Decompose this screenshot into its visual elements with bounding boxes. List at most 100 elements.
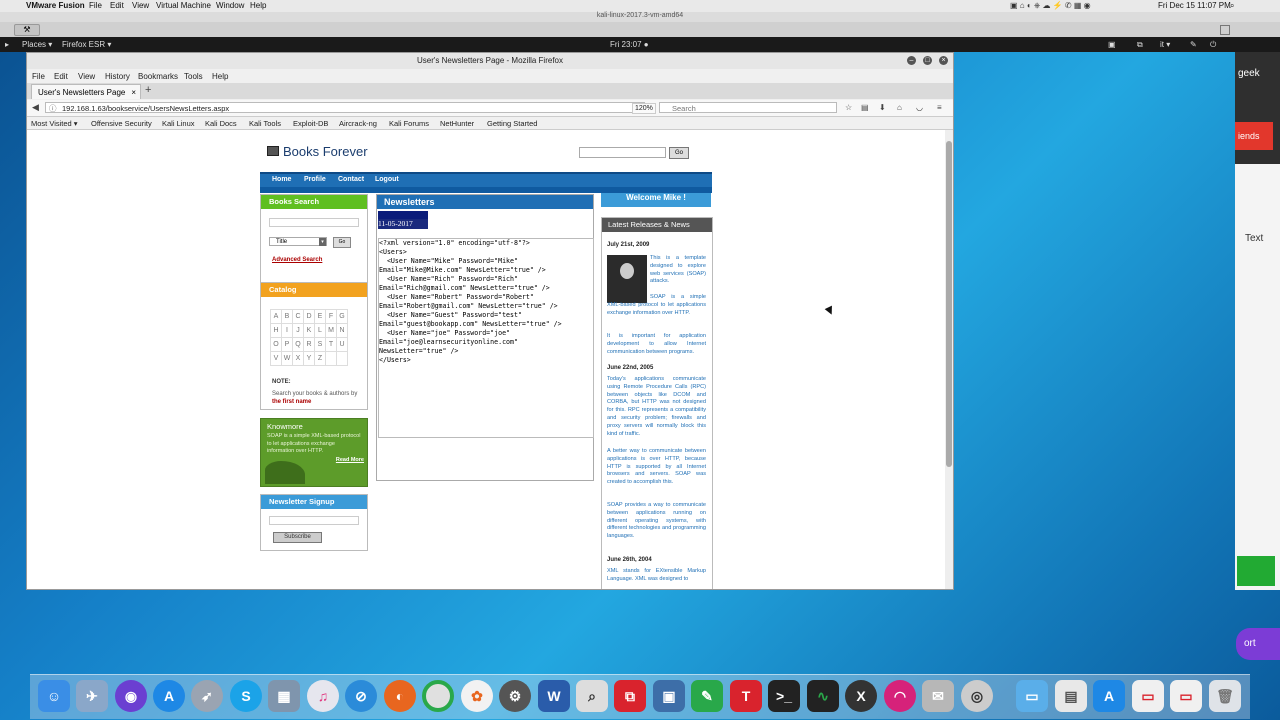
activity-monitor-icon[interactable]: ∿ <box>807 680 839 712</box>
zoom-level[interactable]: 120% <box>632 103 656 114</box>
info-icon[interactable]: ⓘ <box>49 103 57 114</box>
virtualbox-icon[interactable]: ▣ <box>653 680 685 712</box>
menubar-view[interactable]: View <box>132 1 149 10</box>
nav-logout[interactable]: Logout <box>375 176 399 183</box>
finder-icon[interactable]: ☺ <box>38 680 70 712</box>
switch-app-icon[interactable]: ◎ <box>961 680 993 712</box>
photo-browser-icon[interactable]: ▦ <box>268 680 300 712</box>
home-icon[interactable]: ⌂ <box>897 103 902 112</box>
catalog-letter[interactable]: W <box>281 351 293 366</box>
nav-contact[interactable]: Contact <box>338 176 364 183</box>
archive-icon[interactable]: ✉ <box>922 680 954 712</box>
vm-settings-button[interactable]: ⚒ <box>14 24 40 36</box>
kali-power-icon[interactable]: ⏻ <box>1210 40 1216 50</box>
catalog-letter[interactable]: L <box>314 323 326 338</box>
new-tab-icon[interactable]: + <box>145 84 151 96</box>
catalog-letter[interactable]: I <box>281 323 293 338</box>
catalog-letter[interactable]: D <box>303 309 315 324</box>
itunes-icon[interactable]: ♫ <box>307 680 339 712</box>
catalog-letter[interactable]: J <box>292 323 304 338</box>
parallels-icon[interactable]: ⧉ <box>614 680 646 712</box>
catalog-letter[interactable]: A <box>270 309 282 324</box>
subscribe-button[interactable]: Subscribe <box>273 532 322 543</box>
search-input[interactable]: Search <box>659 102 837 113</box>
background-purple-button[interactable]: ort <box>1236 628 1280 660</box>
kali-places-menu[interactable]: Places ▾ <box>22 40 52 49</box>
bookmark-kali-tools[interactable]: Kali Tools <box>249 119 281 128</box>
newsletters-xml-textarea[interactable]: <?xml version="1.0" encoding="utf-8"?> <… <box>378 238 594 438</box>
menubar-help[interactable]: Help <box>250 1 266 10</box>
catalog-letter[interactable]: T <box>325 337 337 352</box>
bookmark-star-icon[interactable]: ☆ <box>845 103 852 112</box>
menu-tools[interactable]: Tools <box>184 72 203 81</box>
newsletter-email-input[interactable] <box>269 516 359 525</box>
disk-utility-icon[interactable]: ⚙ <box>499 680 531 712</box>
books-search-select[interactable]: Title ▾ <box>269 237 327 246</box>
skype-icon[interactable]: S <box>230 680 262 712</box>
magnifier-icon[interactable]: ⌕ <box>576 680 608 712</box>
pocket-icon[interactable]: ◡ <box>916 103 923 112</box>
url-bar[interactable]: ⓘ 192.168.1.63/bookservice/UsersNewsLett… <box>45 102 656 114</box>
books-search-input[interactable] <box>269 218 359 227</box>
catalog-letter[interactable]: F <box>325 309 337 324</box>
menu-history[interactable]: History <box>105 72 130 81</box>
documents-icon[interactable]: ▤ <box>1055 680 1087 712</box>
site-title[interactable]: Books Forever <box>283 144 368 159</box>
catalog-letter[interactable]: X <box>292 351 304 366</box>
menu-file[interactable]: File <box>32 72 45 81</box>
menubar-clock[interactable]: Fri Dec 15 11:07 PM <box>1158 1 1231 10</box>
catalog-letter[interactable]: S <box>314 337 326 352</box>
kali-clock[interactable]: Fri 23:07 ● <box>610 40 649 49</box>
tab-users-newsletters[interactable]: User's Newsletters Page × <box>31 84 141 99</box>
downloads-icon[interactable]: ▭ <box>1170 680 1202 712</box>
kali-network-icon[interactable]: ⧉ <box>1137 40 1143 50</box>
bookmark-kali-linux[interactable]: Kali Linux <box>162 119 195 128</box>
firefox-icon[interactable]: ◐ <box>384 680 416 712</box>
photos-icon[interactable]: ✿ <box>461 680 493 712</box>
catalog-letter[interactable]: E <box>314 309 326 324</box>
bookmark-kali-docs[interactable]: Kali Docs <box>205 119 237 128</box>
background-window-red-button[interactable]: iends <box>1235 122 1273 150</box>
site-search-button[interactable]: Go <box>669 147 689 159</box>
kali-applications-icon[interactable]: ▸ <box>5 40 9 49</box>
bookmark-exploit-db[interactable]: Exploit-DB <box>293 119 328 128</box>
catalog-letter[interactable]: O <box>270 337 282 352</box>
menu-view[interactable]: View <box>78 72 95 81</box>
bookmark-offensive-security[interactable]: Offensive Security <box>91 119 152 128</box>
textsoap-icon[interactable]: T <box>730 680 762 712</box>
site-search-input[interactable] <box>579 147 666 158</box>
catalog-letter[interactable]: M <box>325 323 337 338</box>
books-search-go-button[interactable]: Go <box>333 237 351 248</box>
menubar-app-name[interactable]: VMware Fusion <box>26 1 85 10</box>
catalog-letter[interactable]: Y <box>303 351 315 366</box>
knowmore-read-more-link[interactable]: Read More <box>336 457 364 463</box>
nav-profile[interactable]: Profile <box>304 176 326 183</box>
catalog-letter[interactable]: N <box>336 323 348 338</box>
menu-help[interactable]: Help <box>212 72 228 81</box>
catalog-letter[interactable]: C <box>292 309 304 324</box>
bookmark-getting-started[interactable]: Getting Started <box>487 119 537 128</box>
close-icon[interactable]: × <box>939 56 948 65</box>
library-icon[interactable]: ▤ <box>861 103 869 112</box>
kali-brush-icon[interactable]: ✎ <box>1190 40 1197 49</box>
app-store-icon[interactable]: A <box>153 680 185 712</box>
app-store-folder-icon[interactable]: A <box>1093 680 1125 712</box>
bookmark-kali-forums[interactable]: Kali Forums <box>389 119 429 128</box>
screenshot-icon[interactable]: ▭ <box>1132 680 1164 712</box>
lips-app-icon[interactable]: ◠ <box>884 680 916 712</box>
trash-icon[interactable]: 🗑 <box>1209 680 1241 712</box>
advanced-search-link[interactable]: Advanced Search <box>272 257 322 263</box>
menubar-window[interactable]: Window <box>216 1 244 10</box>
bookmark-most-visited[interactable]: Most Visited ▾ <box>31 119 78 128</box>
download-icon[interactable]: ⬇ <box>879 103 886 112</box>
catalog-letter[interactable]: Q <box>292 337 304 352</box>
catalog-letter[interactable]: G <box>336 309 348 324</box>
menubar-virtual-machine[interactable]: Virtual Machine <box>156 1 211 10</box>
menu-bookmarks[interactable]: Bookmarks <box>138 72 178 81</box>
launchpad-icon[interactable]: ➶ <box>191 680 223 712</box>
menu-edit[interactable]: Edit <box>54 72 68 81</box>
back-icon[interactable]: ◀ <box>32 102 39 113</box>
menubar-file[interactable]: File <box>89 1 102 10</box>
safari-icon[interactable]: ⊘ <box>345 680 377 712</box>
catalog-letter[interactable]: K <box>303 323 315 338</box>
